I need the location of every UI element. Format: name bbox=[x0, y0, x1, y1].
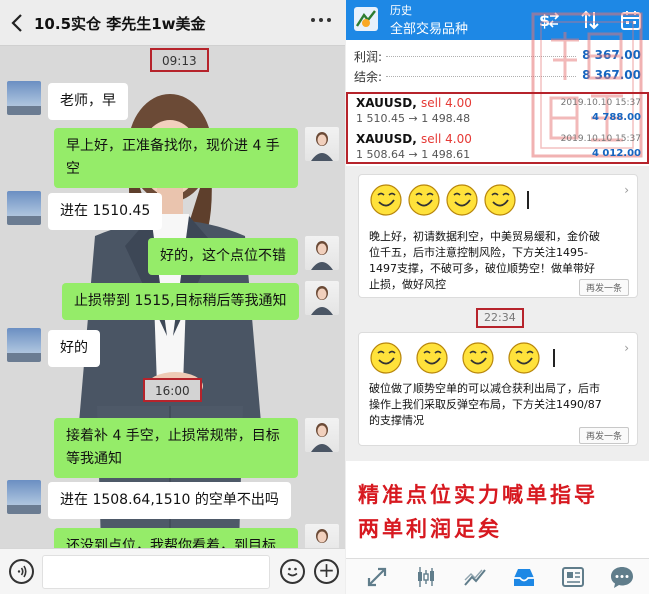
resend-button[interactable]: 再发一条 bbox=[578, 427, 629, 444]
history-label: 历史 bbox=[390, 4, 412, 17]
message-bubble: 接着补 4 手空，止损常规带，目标 等我通知 bbox=[54, 418, 298, 478]
positions-list: XAUUSD, sell 4.00 1 510.45 → 1 498.48 20… bbox=[346, 92, 649, 164]
message-line: 早上好，正准备找你，现价进 4 手 bbox=[66, 138, 280, 154]
text-cursor bbox=[527, 191, 529, 209]
message-bubble: 老师，早 bbox=[48, 83, 128, 120]
news-icon[interactable] bbox=[560, 564, 586, 590]
app-logo-icon bbox=[353, 6, 379, 32]
smile-emoji-icon bbox=[508, 342, 540, 374]
broadcast-text: 晚上好，初请数据利空，中美贸易缓和，金价破 位千五，后市注意控制风险，下方关注1… bbox=[369, 229, 600, 293]
text-cursor bbox=[553, 349, 555, 367]
broadcast-line: 晚上好，初请数据利空，中美贸易缓和，金价破 bbox=[369, 230, 600, 243]
balance-label: 结余: bbox=[354, 70, 383, 84]
client-avatar[interactable] bbox=[7, 81, 41, 115]
profile-photo-icon bbox=[311, 423, 333, 452]
smile-emoji-icon bbox=[370, 184, 402, 216]
my-avatar[interactable] bbox=[305, 524, 339, 548]
message-bubble: 好的 bbox=[48, 330, 100, 367]
message-input[interactable] bbox=[42, 555, 270, 589]
my-avatar[interactable] bbox=[305, 236, 339, 270]
broadcast-line: 位千五，后市注意控制风险，下方关注1495- bbox=[369, 246, 588, 259]
history-icon[interactable] bbox=[511, 564, 537, 590]
message-bubble: 进在 1508.64,1510 的空单不出吗 bbox=[48, 482, 291, 519]
plus-icon[interactable]: + bbox=[314, 559, 339, 584]
message-bubble: 止损带到 1515,目标稍后等我通知 bbox=[62, 283, 299, 320]
broadcast-feed: › 晚上好，初请数据利空，中美贸易缓和，金价破 位千五，后市注意控制风险，下方关… bbox=[346, 166, 649, 461]
smile-emoji-icon bbox=[446, 184, 478, 216]
smile-emoji-icon bbox=[370, 342, 402, 374]
position-side: sell 4.00 bbox=[421, 132, 472, 146]
promo-line: 两单利润足矣 bbox=[358, 516, 502, 541]
position-symbol: XAUUSD, sell 4.00 bbox=[356, 96, 472, 110]
feed-timestamp: 22:34 bbox=[476, 308, 524, 328]
chevron-right-icon[interactable]: › bbox=[624, 183, 629, 197]
position-time: 2019.10.10 15:37 bbox=[560, 98, 641, 108]
message-bubble: 还没到点位，我帮你看着，到目标 bbox=[54, 528, 298, 548]
promo-banner: 精准点位实力喊单指导 两单利润足矣 bbox=[346, 461, 649, 558]
message-bubble: 早上好，正准备找你，现价进 4 手 空 bbox=[54, 128, 298, 188]
profile-photo-icon bbox=[316, 529, 328, 543]
more-dots-icon[interactable] bbox=[309, 8, 333, 37]
profile-photo-icon bbox=[311, 286, 333, 315]
resend-button[interactable]: 再发一条 bbox=[578, 279, 629, 296]
profile-photo-icon bbox=[311, 241, 333, 270]
bottom-tabbar bbox=[346, 558, 649, 594]
chat-title: 10.5实仓 李先生1w美金 bbox=[34, 15, 206, 33]
broadcast-line: 操作上我们采取反弹空布局，下方关注1490/87 bbox=[369, 398, 602, 411]
smile-emoji-icon bbox=[484, 184, 516, 216]
broadcast-line: 止损，做好风控 bbox=[369, 278, 446, 291]
broadcast-card[interactable]: › 晚上好，初请数据利空，中美贸易缓和，金价破 位千五，后市注意控制风险，下方关… bbox=[358, 174, 638, 298]
position-side: sell 4.00 bbox=[421, 96, 472, 110]
chat-header: 10.5实仓 李先生1w美金 bbox=[0, 0, 345, 46]
message-line: 等我通知 bbox=[66, 451, 122, 467]
chat-messages: 09:13 16:00 老师，早 早上好，正准备找你，现价进 4 手 空 进在 … bbox=[0, 46, 345, 548]
quotes-icon[interactable] bbox=[364, 564, 390, 590]
message-bubble: 好的，这个点位不错 bbox=[148, 238, 298, 275]
client-avatar[interactable] bbox=[7, 328, 41, 362]
broadcast-card[interactable]: › 破位做了顺势空单的可以减仓获利出局了，后市 操作上我们采取反弹空布局，下方关… bbox=[358, 332, 638, 446]
broadcast-line: 1497支撑，不破可多，破位顺势空！做单带好 bbox=[369, 262, 595, 275]
profit-label: 利润: bbox=[354, 50, 383, 64]
my-avatar[interactable] bbox=[305, 281, 339, 315]
smile-emoji-icon bbox=[416, 342, 448, 374]
position-row[interactable]: XAUUSD, sell 4.00 1 510.45 → 1 498.48 20… bbox=[348, 94, 647, 128]
promo-line: 精准点位实力喊单指导 bbox=[358, 482, 598, 507]
profile-photo-icon bbox=[311, 132, 333, 161]
message-bubble: 进在 1510.45 bbox=[48, 193, 163, 230]
chevron-right-icon[interactable]: › bbox=[624, 341, 629, 355]
broadcast-line: 破位做了顺势空单的可以减仓获利出局了，后市 bbox=[369, 382, 600, 395]
trading-panel: 历史 全部交易品种 $ 利润: 8 367.00 结余: 8 367.00 XA… bbox=[346, 0, 649, 594]
chat-icon[interactable] bbox=[609, 564, 635, 590]
position-profit: 4 012.00 bbox=[591, 148, 641, 159]
symbol-text: XAUUSD, bbox=[356, 96, 417, 110]
position-symbol: XAUUSD, sell 4.00 bbox=[356, 132, 472, 146]
trade-title[interactable]: 全部交易品种 bbox=[390, 18, 468, 37]
timestamp: 16:00 bbox=[143, 378, 202, 402]
broadcast-line: 的支撑情况 bbox=[369, 414, 424, 427]
trade-icon[interactable] bbox=[462, 564, 488, 590]
timestamp: 09:13 bbox=[150, 48, 209, 72]
chart-icon[interactable] bbox=[413, 564, 439, 590]
message-line: 空 bbox=[66, 161, 80, 177]
smile-emoji-icon bbox=[462, 342, 494, 374]
client-avatar[interactable] bbox=[7, 191, 41, 225]
position-time: 2019.10.10 15:37 bbox=[560, 134, 641, 144]
chevron-left-icon[interactable] bbox=[8, 11, 28, 35]
smile-emoji-icon bbox=[408, 184, 440, 216]
position-profit: 4 788.00 bbox=[591, 112, 641, 123]
client-avatar[interactable] bbox=[7, 480, 41, 514]
chat-input-bar: + bbox=[0, 548, 345, 594]
chat-panel: 10.5实仓 李先生1w美金 09:13 16:00 老师，早 早上好，正准备找… bbox=[0, 0, 345, 594]
position-price: 1 508.64 → 1 498.61 bbox=[356, 148, 471, 161]
my-avatar[interactable] bbox=[305, 418, 339, 452]
symbol-text: XAUUSD, bbox=[356, 132, 417, 146]
message-line: 接着补 4 手空，止损常规带，目标 bbox=[66, 428, 280, 444]
broadcast-text: 破位做了顺势空单的可以减仓获利出局了，后市 操作上我们采取反弹空布局，下方关注1… bbox=[369, 381, 602, 429]
voice-icon[interactable] bbox=[9, 559, 34, 584]
position-row[interactable]: XAUUSD, sell 4.00 1 508.64 → 1 498.61 20… bbox=[348, 130, 647, 164]
position-price: 1 510.45 → 1 498.48 bbox=[356, 112, 471, 125]
my-avatar[interactable] bbox=[305, 127, 339, 161]
emoji-icon[interactable] bbox=[280, 559, 305, 584]
